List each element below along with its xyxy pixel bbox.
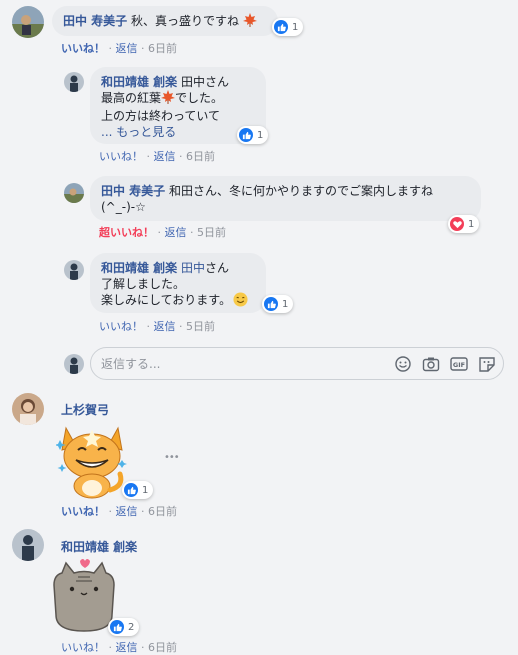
separator: ·: [146, 320, 151, 333]
like-button[interactable]: いいね！: [61, 42, 105, 55]
comment-actions: いいね！ · 返信 · 6日前: [61, 503, 177, 519]
reaction-count[interactable]: 1: [237, 126, 269, 144]
comment-text: 和田さん、冬に何かやりますのでご案内しますね: [169, 184, 434, 198]
reaction-count[interactable]: 1: [448, 215, 480, 233]
comment-bubble: 田中 寿美子 和田さん、冬に何かやりますのでご案内しますね (^_-)-☆: [90, 176, 481, 221]
comment-text: 上の方は終わっていて: [101, 109, 221, 123]
like-button[interactable]: いいね！: [99, 150, 143, 163]
comment-text: 最高の紅葉: [101, 91, 162, 105]
emoji-icon[interactable]: [394, 356, 412, 372]
see-more-link[interactable]: ... もっと見る: [101, 124, 255, 140]
reply-button[interactable]: 返信: [154, 320, 176, 333]
timestamp[interactable]: 6日前: [148, 505, 177, 518]
separator: ·: [157, 226, 162, 239]
reaction-number: 1: [468, 218, 475, 230]
comment-actions: いいね！ · 返信 · 5日前: [99, 318, 215, 334]
reaction-count[interactable]: 2: [108, 618, 140, 636]
comment-text: 楽しみにしております。: [101, 293, 232, 307]
like-button[interactable]: いいね！: [99, 320, 143, 333]
comment-text: 秋、真っ盛りですね: [131, 14, 240, 28]
maple-leaf-icon: [242, 13, 257, 31]
reply-input[interactable]: [101, 355, 371, 373]
separator: ·: [179, 320, 183, 333]
timestamp[interactable]: 6日前: [186, 150, 215, 163]
comment-text: (^_-)-☆: [101, 200, 146, 214]
reply-button[interactable]: 返信: [116, 641, 138, 654]
like-button[interactable]: いいね！: [61, 641, 105, 654]
camera-icon[interactable]: [422, 356, 440, 372]
separator: ·: [108, 505, 113, 518]
reply-button[interactable]: 返信: [116, 505, 138, 518]
timestamp[interactable]: 6日前: [148, 42, 177, 55]
comment-actions: いいね！ · 返信 · 6日前: [99, 148, 215, 164]
author-link[interactable]: 和田靖雄 創楽: [101, 75, 177, 89]
like-icon: [264, 297, 278, 311]
separator: ·: [190, 226, 194, 239]
smile-emoji-icon: [233, 292, 248, 311]
maple-leaf-icon: [161, 90, 176, 108]
reaction-number: 2: [128, 621, 135, 633]
author-link[interactable]: 和田靖雄 創楽: [61, 538, 137, 555]
reaction-number: 1: [292, 21, 299, 33]
reaction-count[interactable]: 1: [122, 481, 154, 499]
love-button[interactable]: 超いいね！: [99, 226, 154, 239]
reaction-number: 1: [142, 484, 149, 496]
more-options-button[interactable]: •••: [164, 452, 180, 463]
avatar[interactable]: [12, 393, 44, 425]
reaction-count[interactable]: 1: [262, 295, 294, 313]
timestamp[interactable]: 6日前: [148, 641, 177, 654]
separator: ·: [108, 641, 113, 654]
love-icon: [450, 217, 464, 231]
comment-text: 了解しました。: [101, 277, 186, 291]
avatar: [64, 354, 84, 374]
reaction-count[interactable]: 1: [272, 18, 304, 36]
avatar[interactable]: [12, 529, 44, 561]
separator: ·: [146, 150, 151, 163]
separator: ·: [108, 42, 113, 55]
avatar[interactable]: [12, 6, 44, 38]
like-icon: [239, 128, 253, 142]
separator: ·: [141, 505, 145, 518]
comment-actions: 超いいね！ · 返信 · 5日前: [99, 224, 226, 240]
like-icon: [274, 20, 288, 34]
author-link[interactable]: 田中 寿美子: [101, 184, 165, 198]
like-icon: [124, 483, 138, 497]
separator: ·: [141, 42, 145, 55]
avatar[interactable]: [64, 183, 84, 203]
sticker-icon[interactable]: [478, 356, 496, 372]
comment-text: でした。: [175, 91, 224, 105]
reaction-number: 1: [282, 298, 289, 310]
reply-button[interactable]: 返信: [116, 42, 138, 55]
comment-text: 田中さん: [181, 75, 230, 89]
comment-bubble: 和田靖雄 創楽 田中さん 了解しました。 楽しみにしております。: [90, 253, 266, 313]
reaction-number: 1: [257, 129, 264, 141]
timestamp[interactable]: 5日前: [186, 320, 215, 333]
cat-sticker: [54, 420, 128, 500]
comment-actions: いいね！ · 返信 · 6日前: [61, 639, 177, 655]
reply-composer: GIF: [90, 347, 504, 380]
timestamp[interactable]: 5日前: [197, 226, 226, 239]
author-link[interactable]: 田中 寿美子: [63, 14, 127, 28]
reply-button[interactable]: 返信: [154, 150, 176, 163]
separator: ·: [141, 641, 145, 654]
comment-bubble: 田中 寿美子 秋、真っ盛りですね: [52, 6, 278, 36]
mention-link[interactable]: 田中: [181, 261, 205, 275]
like-button[interactable]: いいね！: [61, 505, 105, 518]
author-link[interactable]: 上杉賀弓: [61, 401, 109, 418]
separator: ·: [179, 150, 183, 163]
svg-text:GIF: GIF: [453, 361, 465, 369]
comment-text: さん: [205, 261, 230, 275]
gif-icon[interactable]: GIF: [450, 356, 468, 372]
comment-actions: いいね！ · 返信 · 6日前: [61, 40, 177, 56]
avatar[interactable]: [64, 72, 84, 92]
author-link[interactable]: 和田靖雄 創楽: [101, 261, 177, 275]
reply-button[interactable]: 返信: [165, 226, 187, 239]
like-icon: [110, 620, 124, 634]
avatar[interactable]: [64, 260, 84, 280]
